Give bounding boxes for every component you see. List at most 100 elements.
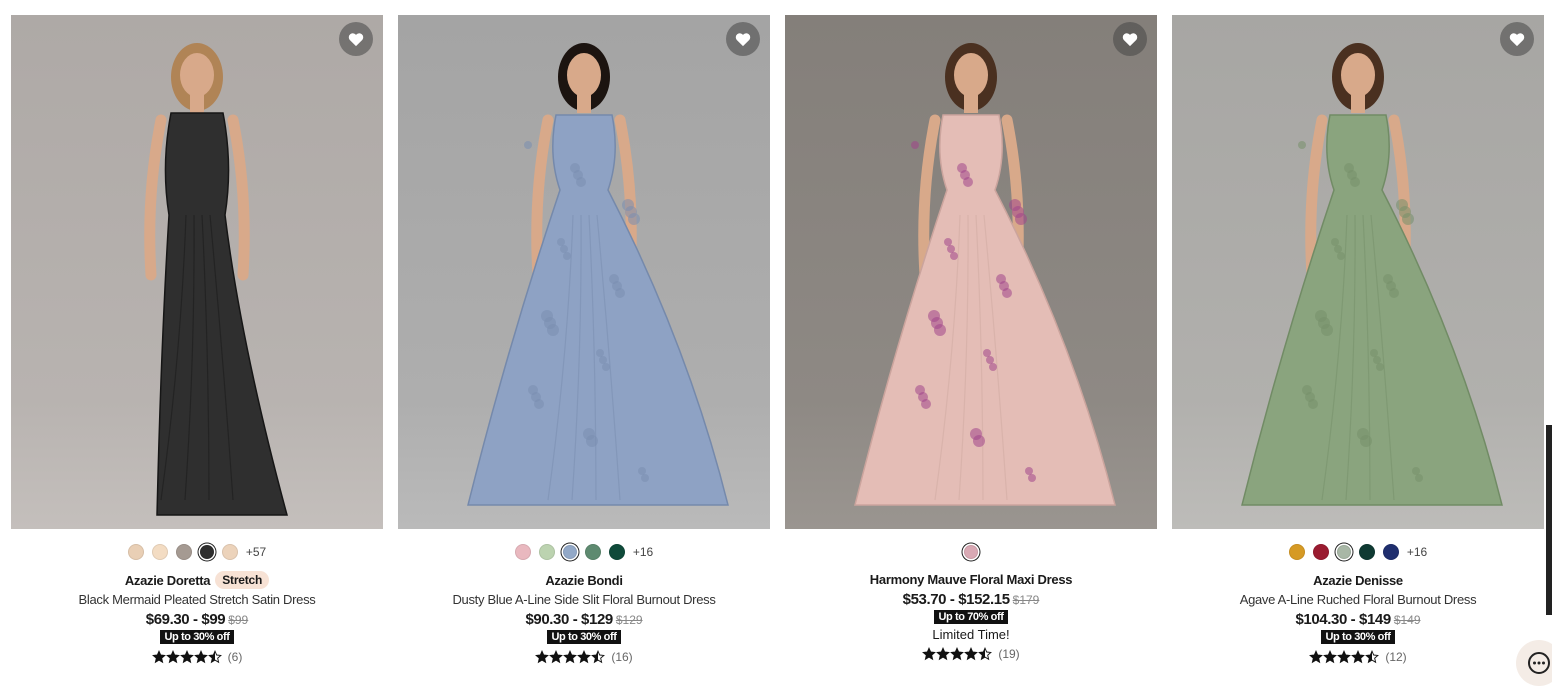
product-name-row: Azazie Denisse xyxy=(1313,571,1403,589)
color-swatch[interactable] xyxy=(1382,544,1399,560)
star-icon xyxy=(1309,650,1324,664)
rating-stars xyxy=(151,650,222,664)
color-swatches: +16 xyxy=(1288,543,1427,561)
chat-bubble-icon xyxy=(1528,652,1550,674)
product-brand[interactable]: Harmony Mauve Floral Maxi Dress xyxy=(870,572,1073,587)
original-price: $129 xyxy=(615,613,643,627)
product-brand[interactable]: Azazie Doretta xyxy=(125,573,211,588)
color-swatches xyxy=(964,543,978,561)
rating-stars xyxy=(922,647,993,661)
product-name-row: Azazie Doretta Stretch xyxy=(125,571,270,589)
color-swatch[interactable] xyxy=(584,544,601,560)
star-icon xyxy=(535,650,550,664)
heart-icon xyxy=(1122,32,1138,46)
stretch-tag: Stretch xyxy=(215,571,270,589)
product-description[interactable]: Agave A-Line Ruched Floral Burnout Dress xyxy=(1240,592,1477,607)
dress-photo xyxy=(785,15,1157,529)
star-icon xyxy=(563,650,578,664)
star-icon xyxy=(964,647,979,661)
product-description[interactable]: Black Mermaid Pleated Stretch Satin Dres… xyxy=(79,592,316,607)
product-brand[interactable]: Azazie Bondi xyxy=(545,573,623,588)
product-card[interactable]: +16 Azazie Denisse Agave A-Line Ruched F… xyxy=(1172,15,1544,664)
price-row: $104.30 - $149 $149 xyxy=(1295,611,1420,628)
color-swatch[interactable] xyxy=(1358,544,1375,560)
review-count: (19) xyxy=(998,647,1020,661)
limited-time-label: Limited Time! xyxy=(932,627,1010,642)
price-row: $90.30 - $129 $129 xyxy=(525,611,642,628)
product-name-row: Harmony Mauve Floral Maxi Dress xyxy=(870,570,1073,588)
rating[interactable]: (16) xyxy=(535,650,633,664)
heart-icon xyxy=(1509,32,1525,46)
more-colors-count[interactable]: +57 xyxy=(246,545,266,559)
color-swatch[interactable] xyxy=(151,544,168,560)
original-price: $99 xyxy=(228,613,249,627)
color-swatches: +16 xyxy=(514,543,653,561)
discount-badge: Up to 30% off xyxy=(160,630,234,644)
color-swatch[interactable] xyxy=(562,545,577,559)
product-image[interactable] xyxy=(11,15,383,529)
price: $90.30 - $129 xyxy=(525,611,613,628)
color-swatch[interactable] xyxy=(221,544,238,560)
rating-stars xyxy=(535,650,606,664)
product-name-row: Azazie Bondi xyxy=(545,571,623,589)
original-price: $149 xyxy=(1393,613,1421,627)
product-card[interactable]: +57 Azazie Doretta Stretch Black Mermaid… xyxy=(11,15,383,664)
rating-stars xyxy=(1309,650,1380,664)
star-icon xyxy=(165,650,180,664)
price-row: $69.30 - $99 $99 xyxy=(146,611,248,628)
discount-badge: Up to 30% off xyxy=(547,630,621,644)
review-count: (6) xyxy=(227,650,243,664)
color-swatch[interactable] xyxy=(175,544,192,560)
dress-photo xyxy=(398,15,770,529)
color-swatch[interactable] xyxy=(1336,545,1351,559)
color-swatch[interactable] xyxy=(608,544,625,560)
star-icon xyxy=(1323,650,1338,664)
wishlist-button[interactable] xyxy=(726,22,760,56)
price: $69.30 - $99 xyxy=(145,611,226,628)
scrollbar[interactable] xyxy=(1546,425,1552,615)
product-image[interactable] xyxy=(398,15,770,529)
rating[interactable]: (19) xyxy=(922,647,1020,661)
price: $104.30 - $149 xyxy=(1295,611,1391,628)
wishlist-button[interactable] xyxy=(1113,22,1147,56)
rating[interactable]: (6) xyxy=(151,650,243,664)
star-icon xyxy=(950,647,965,661)
color-swatch[interactable] xyxy=(127,544,144,560)
star-icon xyxy=(978,647,993,661)
color-swatches: +57 xyxy=(127,543,266,561)
star-icon xyxy=(936,647,951,661)
star-icon xyxy=(193,650,208,664)
chat-button[interactable] xyxy=(1516,640,1552,686)
color-swatch[interactable] xyxy=(199,545,214,559)
product-image[interactable] xyxy=(1172,15,1544,529)
more-colors-count[interactable]: +16 xyxy=(633,545,653,559)
star-icon xyxy=(549,650,564,664)
color-swatch[interactable] xyxy=(964,545,978,559)
discount-badge: Up to 70% off xyxy=(934,610,1008,624)
more-colors-count[interactable]: +16 xyxy=(1407,545,1427,559)
dress-photo xyxy=(1172,15,1544,529)
price-row: $53.70 - $152.15 $179 xyxy=(903,591,1040,608)
product-card[interactable]: +16 Azazie Bondi Dusty Blue A-Line Side … xyxy=(398,15,770,664)
star-icon xyxy=(1337,650,1352,664)
review-count: (16) xyxy=(611,650,633,664)
original-price: $179 xyxy=(1012,593,1040,607)
color-swatch[interactable] xyxy=(514,544,531,560)
star-icon xyxy=(577,650,592,664)
product-image[interactable] xyxy=(785,15,1157,529)
wishlist-button[interactable] xyxy=(339,22,373,56)
color-swatch[interactable] xyxy=(1288,544,1305,560)
product-brand[interactable]: Azazie Denisse xyxy=(1313,573,1403,588)
review-count: (12) xyxy=(1385,650,1407,664)
discount-badge: Up to 30% off xyxy=(1321,630,1395,644)
wishlist-button[interactable] xyxy=(1500,22,1534,56)
product-description[interactable]: Dusty Blue A-Line Side Slit Floral Burno… xyxy=(452,592,715,607)
rating[interactable]: (12) xyxy=(1309,650,1407,664)
star-icon xyxy=(1365,650,1380,664)
color-swatch[interactable] xyxy=(1312,544,1329,560)
color-swatch[interactable] xyxy=(538,544,555,560)
star-icon xyxy=(151,650,166,664)
heart-icon xyxy=(735,32,751,46)
product-card[interactable]: Harmony Mauve Floral Maxi Dress $53.70 -… xyxy=(785,15,1157,664)
star-icon xyxy=(922,647,937,661)
